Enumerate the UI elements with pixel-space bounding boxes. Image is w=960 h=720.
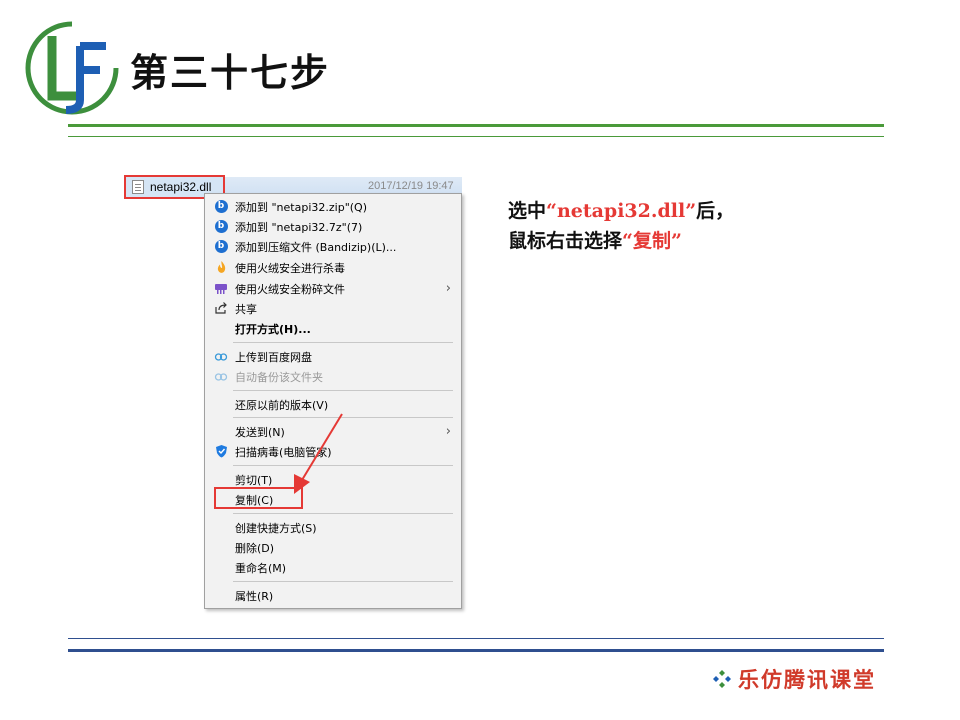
menu-item-label: 剪切(T) [235, 474, 273, 487]
bandizip-icon: b [214, 239, 228, 253]
instruction-line-2: 鼠标右击选择“复制” [508, 226, 682, 253]
pointer-arrow-icon [294, 413, 343, 494]
context-menu: b 添加到 "netapi32.zip"(Q) b 添加到 "netapi32.… [204, 193, 462, 609]
header-rule-thin [68, 136, 884, 137]
menu-item-label: 添加到 "netapi32.7z"(7) [235, 221, 363, 234]
menu-item-huorong-shred[interactable]: 使用火绒安全粉碎文件 › [205, 278, 461, 298]
menu-item-label: 发送到(N) [235, 426, 285, 439]
menu-item-delete[interactable]: 删除(D) [205, 537, 461, 557]
menu-separator [233, 513, 453, 514]
menu-item-label: 属性(R) [235, 590, 274, 603]
dll-file-icon [132, 180, 144, 194]
footer-rule-thin [68, 638, 884, 639]
menu-item-rename[interactable]: 重命名(M) [205, 557, 461, 577]
menu-item-open-with[interactable]: 打开方式(H)... [205, 318, 461, 338]
submenu-arrow-icon: › [445, 281, 451, 296]
tencent-shield-icon [214, 444, 228, 458]
menu-item-properties[interactable]: 属性(R) [205, 585, 461, 605]
instruction-line-1: 选中“netapi32.dll”后， [508, 196, 734, 223]
menu-separator [233, 342, 453, 343]
menu-item-share[interactable]: 共享 [205, 298, 461, 318]
baidu-cloud-icon [214, 349, 228, 363]
menu-item-label: 上传到百度网盘 [235, 351, 312, 364]
instruction-text: 鼠标右击选择 [508, 230, 623, 252]
menu-item-auto-backup: 自动备份该文件夹 [205, 366, 461, 386]
menu-item-add-7z[interactable]: b 添加到 "netapi32.7z"(7) [205, 216, 461, 236]
menu-item-label: 打开方式(H)... [235, 323, 311, 336]
menu-item-label: 添加到 "netapi32.zip"(Q) [235, 201, 367, 214]
shredder-icon [214, 281, 228, 295]
instruction-text: 后， [696, 200, 735, 222]
menu-item-add-archive[interactable]: b 添加到压缩文件 (Bandizip)(L)... [205, 236, 461, 256]
baidu-cloud-icon [214, 369, 228, 383]
menu-item-add-zip[interactable]: b 添加到 "netapi32.zip"(Q) [205, 196, 461, 216]
menu-separator [233, 581, 453, 582]
lf-logo [22, 18, 122, 118]
diamond-cluster-icon [713, 670, 731, 688]
menu-item-label: 创建快捷方式(S) [235, 522, 317, 535]
file-date: 2017/12/19 19:47 [368, 180, 454, 192]
footer-rule [68, 649, 884, 652]
menu-item-label: 共享 [235, 303, 257, 316]
slide-title: 第三十七步 [130, 51, 331, 95]
menu-item-label: 重命名(M) [235, 562, 287, 575]
menu-item-label: 自动备份该文件夹 [235, 371, 323, 384]
instruction-highlight: “复制” [622, 230, 682, 252]
menu-item-huorong-scan[interactable]: 使用火绒安全进行杀毒 [205, 257, 461, 277]
bandizip-icon: b [214, 219, 228, 233]
header-rule [68, 124, 884, 127]
footer-brand: 乐仿腾讯课堂 [712, 664, 876, 694]
instruction-highlight: “netapi32.dll” [546, 200, 697, 222]
menu-item-label: 使用火绒安全粉碎文件 [235, 283, 345, 296]
menu-item-create-shortcut[interactable]: 创建快捷方式(S) [205, 517, 461, 537]
menu-item-label: 使用火绒安全进行杀毒 [235, 262, 345, 275]
brand-name: 乐仿腾讯课堂 [738, 667, 876, 692]
share-icon [214, 301, 228, 315]
submenu-arrow-icon: › [445, 424, 451, 439]
huorong-icon [214, 260, 228, 274]
menu-separator [233, 390, 453, 391]
instruction-text: 选中 [508, 200, 547, 222]
bandizip-icon: b [214, 199, 228, 213]
menu-item-label: 删除(D) [235, 542, 275, 555]
file-name: netapi32.dll [150, 180, 212, 194]
menu-item-upload-baidu[interactable]: 上传到百度网盘 [205, 346, 461, 366]
menu-item-label: 添加到压缩文件 (Bandizip)(L)... [235, 241, 397, 254]
